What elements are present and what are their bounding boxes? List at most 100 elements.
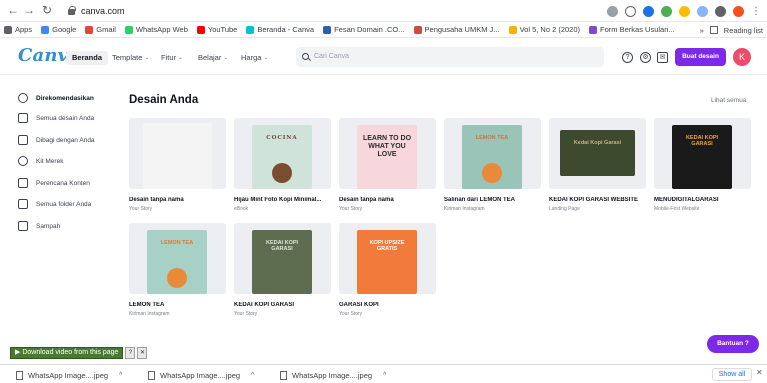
design-thumbnail[interactable]: LEMON TEA <box>444 118 541 189</box>
design-type: Mobile-First Website <box>654 206 700 212</box>
bookmarks-right: » Reading list <box>693 22 763 37</box>
zoom-icon[interactable] <box>625 5 636 17</box>
design-title[interactable]: LEMON TEA <box>129 302 234 308</box>
download-item[interactable]: WhatsApp Image....jpeg ^ <box>280 369 386 381</box>
bookmark-item[interactable]: Form Berkas Usulan... <box>589 25 675 34</box>
sidebar-item-kit-merek[interactable]: Kit Merek <box>18 153 63 169</box>
folder-icon <box>18 199 28 209</box>
download-item[interactable]: WhatsApp Image....jpeg ^ <box>16 369 122 381</box>
settings-icon[interactable]: ⚙ <box>640 52 651 63</box>
chevron-down-icon: ⌄ <box>263 55 269 61</box>
bookmark-item[interactable]: Vol 5, No 2 (2020) <box>508 25 580 34</box>
sidebar-item-dibagi-dengan-anda[interactable]: Dibagi dengan Anda <box>18 132 95 148</box>
design-title[interactable]: KEDAI KOPI GARASI WEBSITE <box>549 197 654 203</box>
help-icon[interactable]: ? <box>622 52 633 63</box>
download-video-button[interactable]: ▶ Download video from this page <box>10 347 124 359</box>
sidebar-item-sampah[interactable]: Sampah <box>18 218 60 234</box>
menu-beranda[interactable]: Beranda <box>66 51 109 65</box>
design-thumbnail[interactable]: COCINA <box>234 118 331 189</box>
design-type: Your Story <box>339 311 363 317</box>
design-thumbnail[interactable]: Kedai Kopi Garasi <box>549 118 646 189</box>
thumbnail-artwork: KEDAI KOPI GARASI <box>252 230 312 294</box>
thumbnail-text: LEMON TEA <box>475 135 509 141</box>
help-button[interactable]: Bantuan ? <box>707 335 759 353</box>
bookmark-icon <box>196 25 205 34</box>
browser-toolbar: ← → ↻ canva.com ⋮ <box>0 0 767 22</box>
bookmark-icon <box>41 25 50 34</box>
design-card[interactable]: KEDAI KOPI GARASI MENUDIGITALGARASI Mobile… <box>654 118 759 212</box>
bookmark-item[interactable]: Pengusaha UMKM J... <box>413 25 500 34</box>
bookmark-item[interactable]: YouTube <box>196 25 237 34</box>
design-thumbnail[interactable]: LEMON TEA <box>129 223 226 294</box>
chevron-up-icon[interactable]: ^ <box>251 372 254 379</box>
star-icon[interactable] <box>643 5 654 17</box>
design-thumbnail[interactable] <box>129 118 226 189</box>
extension-icon[interactable] <box>661 5 672 17</box>
menu-belajar[interactable]: Belajar ⌄ <box>198 51 228 65</box>
more-bookmarks-icon[interactable]: » <box>700 26 704 35</box>
chevron-down-icon: ⌄ <box>144 55 150 61</box>
bookmark-item[interactable]: Apps <box>4 25 32 34</box>
design-card[interactable]: LEMON TEA Salinan dari LEMON TEA Kiriman I… <box>444 118 549 212</box>
puzzle-icon[interactable] <box>715 5 726 17</box>
menu-template[interactable]: Template ⌄ <box>112 51 149 65</box>
avatar[interactable]: K <box>733 48 751 66</box>
bookmark-item[interactable]: Gmail <box>85 25 116 34</box>
chevron-down-icon: ⌄ <box>223 55 229 61</box>
notification-icon[interactable]: ✉ <box>657 52 668 63</box>
design-card[interactable]: LEMON TEA LEMON TEA Kiriman Instagram <box>129 223 234 317</box>
show-all-button[interactable]: Show all <box>712 368 752 381</box>
sidebar-item-direkomendasikan[interactable]: Direkomendasikan <box>18 90 94 106</box>
chevron-up-icon[interactable]: ^ <box>119 372 122 379</box>
design-card[interactable]: Kedai Kopi Garasi KEDAI KOPI GARASI WEBSI… <box>549 118 654 212</box>
grid-icon <box>18 113 28 123</box>
translate-icon[interactable] <box>607 5 618 17</box>
design-thumbnail[interactable]: KEDAI KOPI GARASI <box>234 223 331 294</box>
design-card[interactable]: KEDAI KOPI GARASI KEDAI KOPI GARASI Your S… <box>234 223 339 317</box>
extension-icon[interactable] <box>679 5 690 17</box>
bookmark-item[interactable]: Google <box>41 25 76 34</box>
forward-icon[interactable]: → <box>22 3 36 17</box>
design-title[interactable]: KEDAI KOPI GARASI <box>234 302 339 308</box>
menu-fitur[interactable]: Fitur ⌄ <box>161 51 183 65</box>
sidebar-item-semua-desain-anda[interactable]: Semua desain Anda <box>18 110 94 126</box>
chevron-up-icon[interactable]: ^ <box>383 372 386 379</box>
design-card[interactable]: KOPI UPSIZE GRATIS GARASI KOPI Your Story <box>339 223 444 317</box>
sidebar-item-semua-folder-anda[interactable]: Semua folder Anda <box>18 196 91 212</box>
design-title[interactable]: MENUDIGITALGARASI <box>654 197 759 203</box>
address-bar[interactable]: canva.com <box>68 3 638 19</box>
help-small-button[interactable]: ? <box>125 347 136 359</box>
reading-list-link[interactable]: Reading list <box>724 26 763 35</box>
reload-icon[interactable]: ↻ <box>40 3 54 17</box>
design-thumbnail[interactable]: KOPI UPSIZE GRATIS <box>339 223 436 294</box>
design-thumbnail[interactable]: LEARN TO DO WHAT YOU LOVE <box>339 118 436 189</box>
close-icon[interactable]: ✕ <box>756 368 763 377</box>
bookmark-item[interactable]: Fesan Domain .CO... <box>323 25 405 34</box>
design-thumbnail[interactable]: KEDAI KOPI GARASI <box>654 118 751 189</box>
create-design-button[interactable]: Buat desain <box>675 48 726 66</box>
design-card[interactable]: LEARN TO DO WHAT YOU LOVE Desain tanpa na… <box>339 118 444 212</box>
lock-icon <box>68 6 76 15</box>
design-card[interactable]: COCINA Hijau Mint Foto Kopi Minimal... eBo… <box>234 118 339 212</box>
bookmark-item[interactable]: WhatsApp Web <box>124 25 188 34</box>
menu-harga[interactable]: Harga ⌄ <box>241 51 268 65</box>
design-type: Your Story <box>339 206 363 212</box>
back-icon[interactable]: ← <box>6 3 20 17</box>
design-title[interactable]: Desain tanpa nama <box>129 197 234 203</box>
extension-icon[interactable] <box>697 5 708 17</box>
close-small-button[interactable]: ✕ <box>137 347 148 359</box>
design-title[interactable]: Salinan dari LEMON TEA <box>444 197 549 203</box>
see-all-link[interactable]: Lihat semua <box>711 97 746 104</box>
profile-icon[interactable] <box>733 5 744 17</box>
design-card[interactable]: Desain tanpa nama Your Story <box>129 118 234 212</box>
design-title[interactable]: Hijau Mint Foto Kopi Minimal... <box>234 197 339 203</box>
download-item[interactable]: WhatsApp Image....jpeg ^ <box>148 369 254 381</box>
search-input[interactable]: Cari Canva <box>296 47 604 67</box>
kebab-menu-icon[interactable]: ⋮ <box>751 6 761 17</box>
thumbnail-text: KEDAI KOPI GARASI <box>265 240 299 253</box>
sidebar-item-label: Semua desain Anda <box>36 114 95 122</box>
design-title[interactable]: Desain tanpa nama <box>339 197 444 203</box>
sidebar-item-perencana-konten[interactable]: Perencana Konten <box>18 175 90 191</box>
design-title[interactable]: GARASI KOPI <box>339 302 444 308</box>
bookmark-item[interactable]: Beranda - Canva <box>246 25 314 34</box>
